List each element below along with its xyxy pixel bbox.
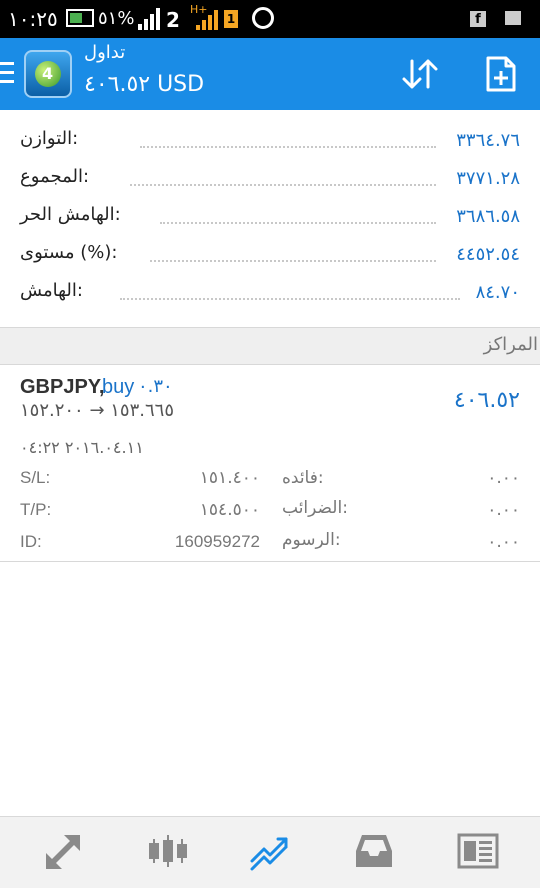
margin-value: ٨٤.٧٠	[475, 282, 520, 303]
margin-level-value: ٤٤٥٢.٥٤	[456, 244, 520, 265]
taxes-value: ٠.٠٠	[487, 500, 520, 520]
free-margin-value: ٣٦٨٦.٥٨	[456, 206, 520, 227]
sl-label: S/L:	[20, 468, 51, 487]
trade-icon[interactable]	[248, 831, 292, 871]
menu-icon[interactable]	[0, 62, 14, 84]
page-title: تداول	[84, 42, 126, 63]
margin-label: الهامش:	[20, 280, 83, 301]
sl-value: ١٥١.٤٠٠	[199, 468, 260, 488]
facebook-notification-icon: f	[470, 11, 486, 27]
swap-value: ٠.٠٠	[487, 468, 520, 488]
signal-icon	[138, 8, 164, 30]
history-icon[interactable]	[352, 831, 396, 871]
quotes-icon[interactable]	[42, 831, 86, 871]
position-profit: ٤٠٦.٥٢	[453, 388, 520, 413]
positions-header: المراكز	[0, 327, 540, 365]
sim2-label: 2	[166, 8, 180, 32]
sim1-label: 1	[224, 10, 238, 28]
position-symbol: GBPJPY,	[20, 376, 105, 398]
free-margin-label: الهامش الحر:	[20, 204, 121, 225]
sort-icon[interactable]	[400, 58, 440, 90]
id-label: ID:	[20, 532, 42, 551]
account-summary: التوازن: ٣٣٦٤.٧٦ المجموع: ٣٧٧١.٢٨ الهامش…	[0, 110, 540, 326]
position-time: ٢٠١٦.٠٤.١١ ٠٤:٢٢	[20, 438, 144, 457]
balance-value: ٣٣٦٤.٧٦	[456, 130, 520, 151]
alarm-icon	[252, 7, 274, 29]
battery-icon	[66, 9, 94, 27]
taxes-label: الضرائب:	[282, 498, 348, 518]
tp-value: ١٥٤.٥٠٠	[199, 500, 260, 520]
battery-percent: ٥١%	[98, 8, 135, 29]
position-lots: ٠.٣٠	[138, 376, 173, 397]
margin-level-label: مستوى (%):	[20, 242, 118, 263]
status-bar: ١٠:٢٥ ٥١% 2 H+ 1 f	[0, 0, 540, 38]
new-order-icon[interactable]	[486, 56, 516, 92]
app-bar: 4 تداول ٤٠٦.٥٢ USD	[0, 38, 540, 110]
bottom-tab-bar	[0, 816, 540, 888]
positions-header-label: المراكز	[483, 334, 538, 355]
free-margin-row: الهامش الحر: ٣٦٨٦.٥٨	[20, 204, 520, 234]
margin-row: الهامش: ٨٤.٧٠	[20, 280, 520, 310]
news-icon[interactable]	[456, 831, 500, 871]
commission-value: ٠.٠٠	[487, 532, 520, 552]
position-prices: ١٥٣.٦٦٥ → ١٥٢.٢٠٠	[20, 400, 174, 421]
tp-label: T/P:	[20, 500, 52, 519]
equity-value: ٣٧٧١.٢٨	[456, 168, 520, 189]
swap-label: فائده:	[282, 468, 324, 488]
equity-label: المجموع:	[20, 166, 90, 187]
balance-label: التوازن:	[20, 128, 79, 149]
position-item[interactable]: GBPJPY, buy ٠.٣٠ ١٥٣.٦٦٥ → ١٥٢.٢٠٠ ٤٠٦.٥…	[0, 366, 540, 562]
commission-label: الرسوم:	[282, 530, 341, 550]
id-value: 160959272	[174, 532, 260, 551]
signal-sim1-icon	[196, 10, 220, 30]
position-side: buy	[102, 376, 135, 398]
header-profit: ٤٠٦.٥٢ USD	[84, 72, 205, 97]
balance-row: التوازن: ٣٣٦٤.٧٦	[20, 128, 520, 158]
chat-notification-icon	[505, 11, 521, 25]
metatrader-logo-icon[interactable]: 4	[24, 50, 72, 98]
equity-row: المجموع: ٣٧٧١.٢٨	[20, 166, 520, 196]
margin-level-row: مستوى (%): ٤٤٥٢.٥٤	[20, 242, 520, 272]
chart-icon[interactable]	[146, 831, 190, 871]
status-time: ١٠:٢٥	[8, 7, 58, 31]
